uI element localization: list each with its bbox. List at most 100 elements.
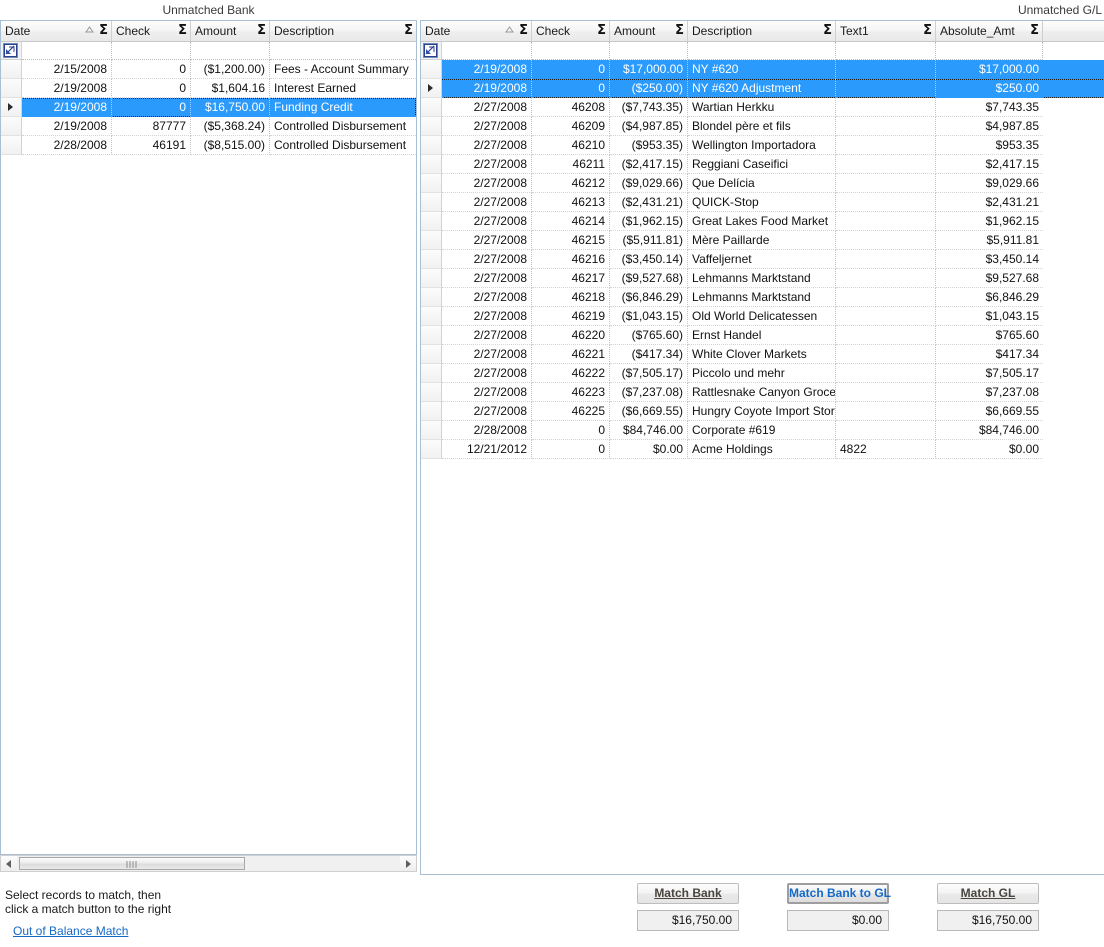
table-row[interactable]: 2/27/2008 46209 ($4,987.85) Blondel père et… <box>421 117 1104 136</box>
cell-check[interactable]: 87777 <box>112 117 191 136</box>
cell-amount[interactable]: $0.00 <box>610 440 688 459</box>
right-filter-cell-absolute-amt[interactable] <box>936 42 1043 60</box>
table-row[interactable]: 2/27/2008 46223 ($7,237.08) Rattlesnake Can… <box>421 383 1104 402</box>
cell-check[interactable]: 46191 <box>112 136 191 155</box>
table-row[interactable]: 2/27/2008 46221 ($417.34) White Clover Mark… <box>421 345 1104 364</box>
row-indicator[interactable] <box>421 326 442 345</box>
sigma-icon-description[interactable]: Σ <box>823 21 832 41</box>
cell-date[interactable]: 2/19/2008 <box>22 79 112 98</box>
cell-absolute_amt[interactable]: $765.60 <box>936 326 1043 345</box>
table-row[interactable]: 2/27/2008 46218 ($6,846.29) Lehmanns Markts… <box>421 288 1104 307</box>
sigma-icon-absolute-amt[interactable]: Σ <box>1030 21 1039 41</box>
cell-amount[interactable]: ($7,505.17) <box>610 364 688 383</box>
table-row[interactable]: 2/27/2008 46214 ($1,962.15) Great Lakes Foo… <box>421 212 1104 231</box>
cell-description[interactable]: Corporate #619 <box>688 421 836 440</box>
cell-description[interactable]: Old World Delicatessen <box>688 307 836 326</box>
table-row[interactable]: 2/28/2008 0 $84,746.00 Corporate #619 $84,74… <box>421 421 1104 440</box>
cell-check[interactable]: 46218 <box>532 288 610 307</box>
right-filter-cell-check[interactable] <box>532 42 610 60</box>
right-filter-cell-date[interactable] <box>442 42 532 60</box>
cell-text1[interactable] <box>836 117 936 136</box>
table-row[interactable]: 2/27/2008 46222 ($7,505.17) Piccolo und meh… <box>421 364 1104 383</box>
table-row[interactable]: 2/27/2008 46220 ($765.60) Ernst Handel $765.… <box>421 326 1104 345</box>
cell-amount[interactable]: ($1,200.00) <box>191 60 270 79</box>
cell-description[interactable]: Mère Paillarde <box>688 231 836 250</box>
cell-date[interactable]: 2/28/2008 <box>442 421 532 440</box>
cell-absolute_amt[interactable]: $5,911.81 <box>936 231 1043 250</box>
cell-description[interactable]: Lehmanns Marktstand <box>688 288 836 307</box>
cell-date[interactable]: 2/19/2008 <box>22 117 112 136</box>
cell-amount[interactable]: ($5,911.81) <box>610 231 688 250</box>
table-row[interactable]: 2/27/2008 46211 ($2,417.15) Reggiani Caseif… <box>421 155 1104 174</box>
cell-description[interactable]: Rattlesnake Canyon Groce... <box>688 383 836 402</box>
table-row[interactable]: 2/27/2008 46210 ($953.35) Wellington Import… <box>421 136 1104 155</box>
cell-absolute_amt[interactable]: $4,987.85 <box>936 117 1043 136</box>
cell-amount[interactable]: ($8,515.00) <box>191 136 270 155</box>
row-indicator[interactable] <box>421 174 442 193</box>
right-column-header-amount[interactable]: Amount Σ <box>610 21 688 41</box>
cell-date[interactable]: 2/15/2008 <box>22 60 112 79</box>
cell-date[interactable]: 2/28/2008 <box>22 136 112 155</box>
right-grid-filter-row[interactable] <box>421 42 1104 60</box>
cell-check[interactable]: 46211 <box>532 155 610 174</box>
filter-editor-icon[interactable] <box>423 43 438 58</box>
right-column-header-absolute-amt[interactable]: Absolute_Amt Σ <box>936 21 1043 41</box>
table-row[interactable]: 2/28/2008 46191 ($8,515.00) Controlled Disb… <box>1 136 416 155</box>
cell-check[interactable]: 46208 <box>532 98 610 117</box>
table-row[interactable]: 2/27/2008 46208 ($7,743.35) Wartian Herkku $… <box>421 98 1104 117</box>
row-indicator[interactable] <box>421 440 442 459</box>
cell-text1[interactable] <box>836 326 936 345</box>
cell-text1[interactable] <box>836 60 936 79</box>
table-row[interactable]: 12/21/2012 0 $0.00 Acme Holdings 4822 $0.00 <box>421 440 1104 459</box>
sigma-icon-description[interactable]: Σ <box>404 21 413 41</box>
row-indicator[interactable] <box>1 117 22 136</box>
cell-check[interactable]: 46214 <box>532 212 610 231</box>
cell-amount[interactable]: ($1,962.15) <box>610 212 688 231</box>
cell-check[interactable]: 46216 <box>532 250 610 269</box>
left-column-header-check[interactable]: Check Σ <box>112 21 191 41</box>
table-row[interactable]: 2/27/2008 46213 ($2,431.21) QUICK-Stop $2,43… <box>421 193 1104 212</box>
cell-text1[interactable] <box>836 98 936 117</box>
cell-description[interactable]: Wartian Herkku <box>688 98 836 117</box>
row-indicator[interactable] <box>421 402 442 421</box>
cell-check[interactable]: 46220 <box>532 326 610 345</box>
sigma-icon-check[interactable]: Σ <box>178 21 187 41</box>
cell-description[interactable]: Controlled Disbursement <box>270 136 416 155</box>
cell-text1[interactable]: 4822 <box>836 440 936 459</box>
row-indicator[interactable] <box>1 79 22 98</box>
cell-description[interactable]: Ernst Handel <box>688 326 836 345</box>
cell-check[interactable]: 0 <box>532 60 610 79</box>
cell-amount[interactable]: ($5,368.24) <box>191 117 270 136</box>
row-indicator[interactable] <box>421 60 442 79</box>
cell-absolute_amt[interactable]: $0.00 <box>936 440 1043 459</box>
sigma-icon-amount[interactable]: Σ <box>257 21 266 41</box>
cell-date[interactable]: 2/27/2008 <box>442 345 532 364</box>
cell-text1[interactable] <box>836 307 936 326</box>
cell-date[interactable]: 2/27/2008 <box>442 364 532 383</box>
out-of-balance-match-link[interactable]: Out of Balance Match <box>13 924 128 938</box>
row-indicator[interactable] <box>421 288 442 307</box>
row-indicator[interactable] <box>421 250 442 269</box>
row-indicator[interactable] <box>421 307 442 326</box>
cell-check[interactable]: 46223 <box>532 383 610 402</box>
row-indicator[interactable] <box>421 193 442 212</box>
table-row[interactable]: 2/15/2008 0 ($1,200.00) Fees - Account Summ… <box>1 60 416 79</box>
table-row[interactable]: 2/27/2008 46216 ($3,450.14) Vaffeljernet $3,… <box>421 250 1104 269</box>
right-column-header-check[interactable]: Check Σ <box>532 21 610 41</box>
cell-date[interactable]: 2/27/2008 <box>442 402 532 421</box>
cell-description[interactable]: Wellington Importadora <box>688 136 836 155</box>
cell-amount[interactable]: ($1,043.15) <box>610 307 688 326</box>
cell-absolute_amt[interactable]: $7,237.08 <box>936 383 1043 402</box>
cell-check[interactable]: 0 <box>112 98 191 117</box>
cell-description[interactable]: NY #620 Adjustment <box>688 79 836 98</box>
scroll-left-arrow-icon[interactable] <box>1 856 17 871</box>
cell-amount[interactable]: ($417.34) <box>610 345 688 364</box>
left-filter-cell-amount[interactable] <box>191 42 270 60</box>
left-column-header-date[interactable]: Date Σ <box>1 21 112 41</box>
sigma-icon-amount[interactable]: Σ <box>675 21 684 41</box>
right-filter-cell-description[interactable] <box>688 42 836 60</box>
cell-text1[interactable] <box>836 383 936 402</box>
cell-description[interactable]: NY #620 <box>688 60 836 79</box>
table-row[interactable]: 2/27/2008 46215 ($5,911.81) Mère Paillarde $… <box>421 231 1104 250</box>
match-gl-button[interactable]: Match GL <box>937 883 1039 904</box>
